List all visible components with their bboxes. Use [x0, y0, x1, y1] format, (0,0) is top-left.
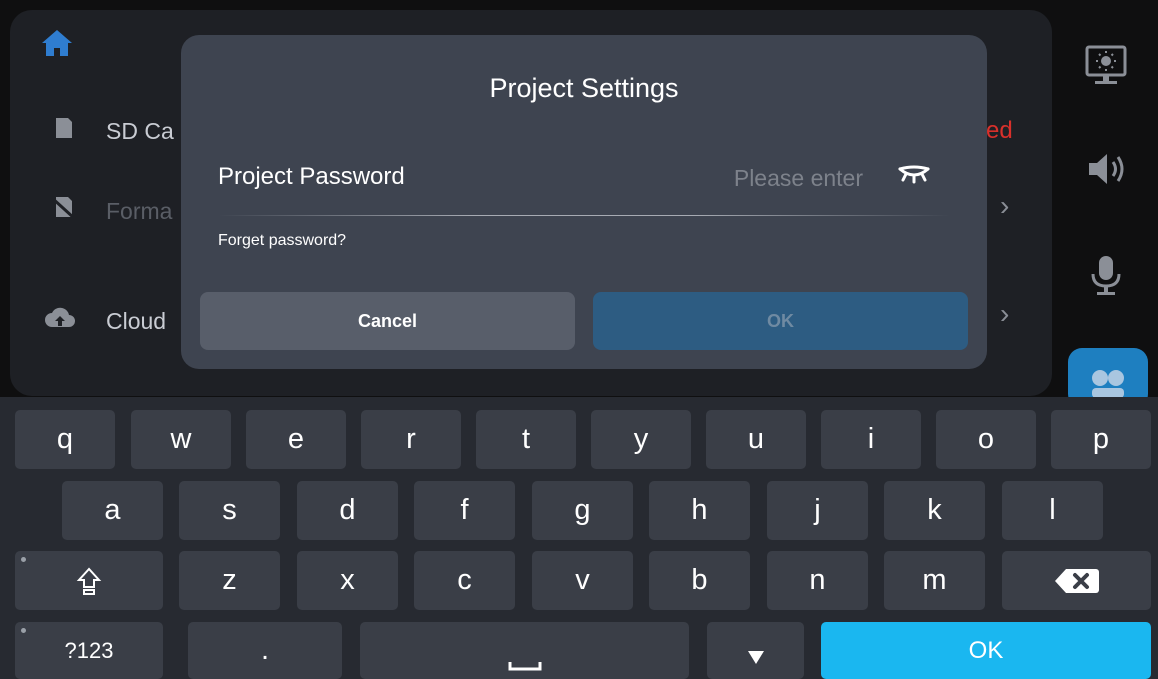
key-n[interactable]: n [767, 551, 868, 610]
sd-card-icon [56, 118, 72, 138]
key-u[interactable]: u [706, 410, 806, 469]
key-b[interactable]: b [649, 551, 750, 610]
key-q[interactable]: q [15, 410, 115, 469]
format-icon [50, 196, 76, 220]
keyboard-ok-key[interactable]: OK [821, 622, 1151, 679]
key-c[interactable]: c [414, 551, 515, 610]
microphone-icon[interactable] [1083, 252, 1129, 298]
forget-password-link[interactable]: Forget password? [218, 232, 346, 250]
key-d[interactable]: d [297, 481, 398, 540]
key-k[interactable]: k [884, 481, 985, 540]
hide-keyboard-key[interactable] [707, 622, 804, 679]
key-i[interactable]: i [821, 410, 921, 469]
speaker-icon[interactable] [1083, 146, 1129, 192]
cloud-label[interactable]: Cloud [106, 308, 166, 335]
input-underline [218, 215, 950, 216]
key-z[interactable]: z [179, 551, 280, 610]
long-press-dot [21, 628, 26, 633]
long-press-dot [21, 557, 26, 562]
key-a[interactable]: a [62, 481, 163, 540]
home-icon[interactable] [40, 28, 74, 58]
status-text: ed [986, 117, 1013, 144]
password-input[interactable] [641, 159, 865, 197]
eye-closed-icon[interactable] [897, 161, 931, 187]
backspace-icon [1054, 568, 1099, 593]
layout-icon [1092, 370, 1124, 398]
key-v[interactable]: v [532, 551, 633, 610]
space-bar-icon [508, 662, 542, 671]
symbols-key[interactable]: ?123 [15, 622, 163, 679]
space-key[interactable] [360, 622, 689, 679]
symbols-key-label: ?123 [64, 637, 114, 663]
key-r[interactable]: r [361, 410, 461, 469]
shift-key[interactable] [15, 551, 163, 610]
key-t[interactable]: t [476, 410, 576, 469]
chevron-right-icon: › [1000, 298, 1010, 329]
key-j[interactable]: j [767, 481, 868, 540]
cancel-button[interactable]: Cancel [200, 292, 575, 350]
key-h[interactable]: h [649, 481, 750, 540]
key-w[interactable]: w [131, 410, 231, 469]
backspace-key[interactable] [1002, 551, 1151, 610]
project-settings-dialog: Project Settings Project Password Forget… [181, 35, 987, 369]
key-p[interactable]: p [1051, 410, 1151, 469]
key-f[interactable]: f [414, 481, 515, 540]
cloud-upload-icon [45, 307, 75, 327]
format-label[interactable]: Forma [106, 198, 172, 225]
project-password-label: Project Password [218, 163, 405, 190]
key-l[interactable]: l [1002, 481, 1103, 540]
ok-button[interactable]: OK [593, 292, 968, 350]
dialog-title: Project Settings [489, 73, 679, 103]
key-x[interactable]: x [297, 551, 398, 610]
shift-icon [76, 567, 102, 595]
key-y[interactable]: y [591, 410, 691, 469]
key-o[interactable]: o [936, 410, 1036, 469]
hide-keyboard-icon [747, 650, 764, 664]
key-m[interactable]: m [884, 551, 985, 610]
chevron-right-icon: › [1000, 190, 1010, 221]
display-settings-icon[interactable] [1083, 42, 1129, 88]
key-g[interactable]: g [532, 481, 633, 540]
sd-card-label: SD Ca [106, 118, 174, 144]
key-e[interactable]: e [246, 410, 346, 469]
period-key[interactable]: . [188, 622, 342, 679]
key-s[interactable]: s [179, 481, 280, 540]
